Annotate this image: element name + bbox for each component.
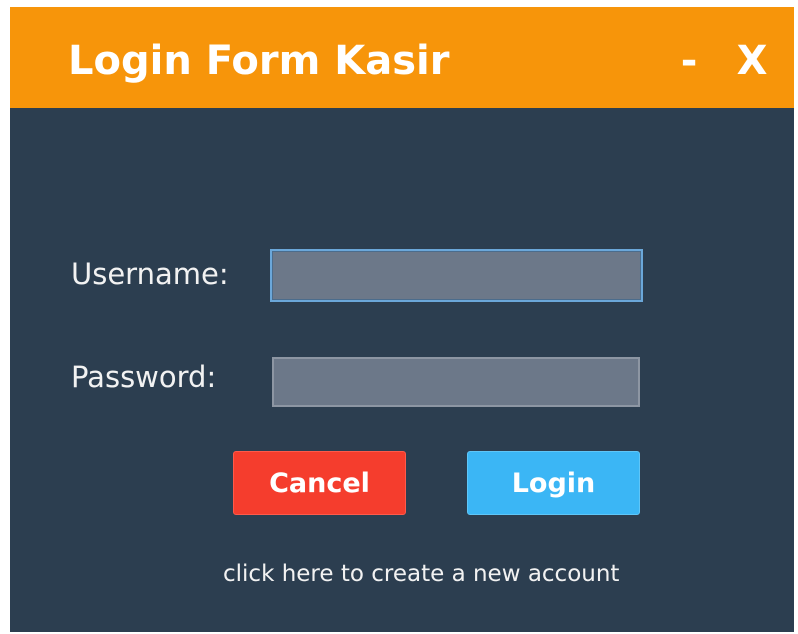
create-account-link[interactable]: click here to create a new account [223, 556, 643, 592]
cancel-button[interactable]: Cancel [233, 451, 406, 515]
username-label: Username: [71, 257, 229, 291]
username-field[interactable] [270, 249, 643, 302]
window-title: Login Form Kasir [68, 38, 450, 84]
title-bar[interactable]: Login Form Kasir - X [10, 7, 794, 108]
login-window: Login Form Kasir - X Username: Password:… [10, 7, 794, 632]
minimize-button[interactable]: - [672, 33, 706, 89]
close-button[interactable]: X [732, 33, 772, 89]
password-label: Password: [71, 360, 217, 394]
login-button[interactable]: Login [467, 451, 640, 515]
password-field[interactable] [272, 357, 640, 407]
